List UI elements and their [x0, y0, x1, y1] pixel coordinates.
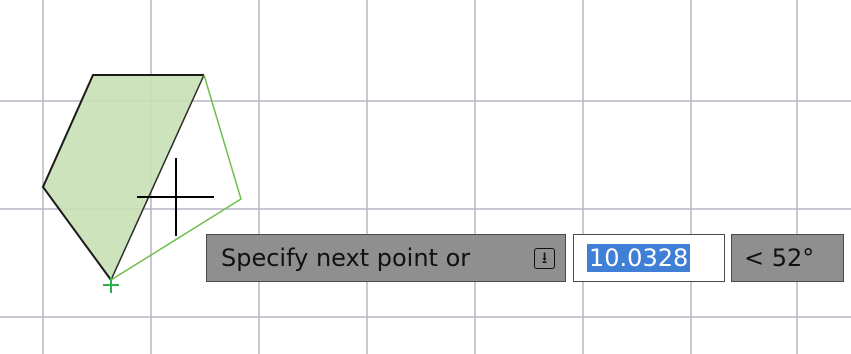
- dynamic-input-prompt: Specify next point or ⭳: [206, 234, 566, 282]
- distance-input[interactable]: 10.0328: [573, 234, 725, 282]
- arrow-down-options-icon[interactable]: ⭳: [534, 247, 555, 269]
- drawing-canvas[interactable]: Specify next point or ⭳ 10.0328 < 52°: [0, 0, 851, 354]
- angle-input[interactable]: < 52°: [731, 234, 844, 282]
- prompt-text: Specify next point or: [221, 244, 471, 272]
- start-point-marker: [103, 277, 119, 293]
- distance-value[interactable]: 10.0328: [587, 244, 691, 272]
- polygon-preview-fill: [43, 75, 204, 280]
- drawing-area[interactable]: [0, 0, 851, 354]
- angle-value[interactable]: < 52°: [744, 246, 814, 270]
